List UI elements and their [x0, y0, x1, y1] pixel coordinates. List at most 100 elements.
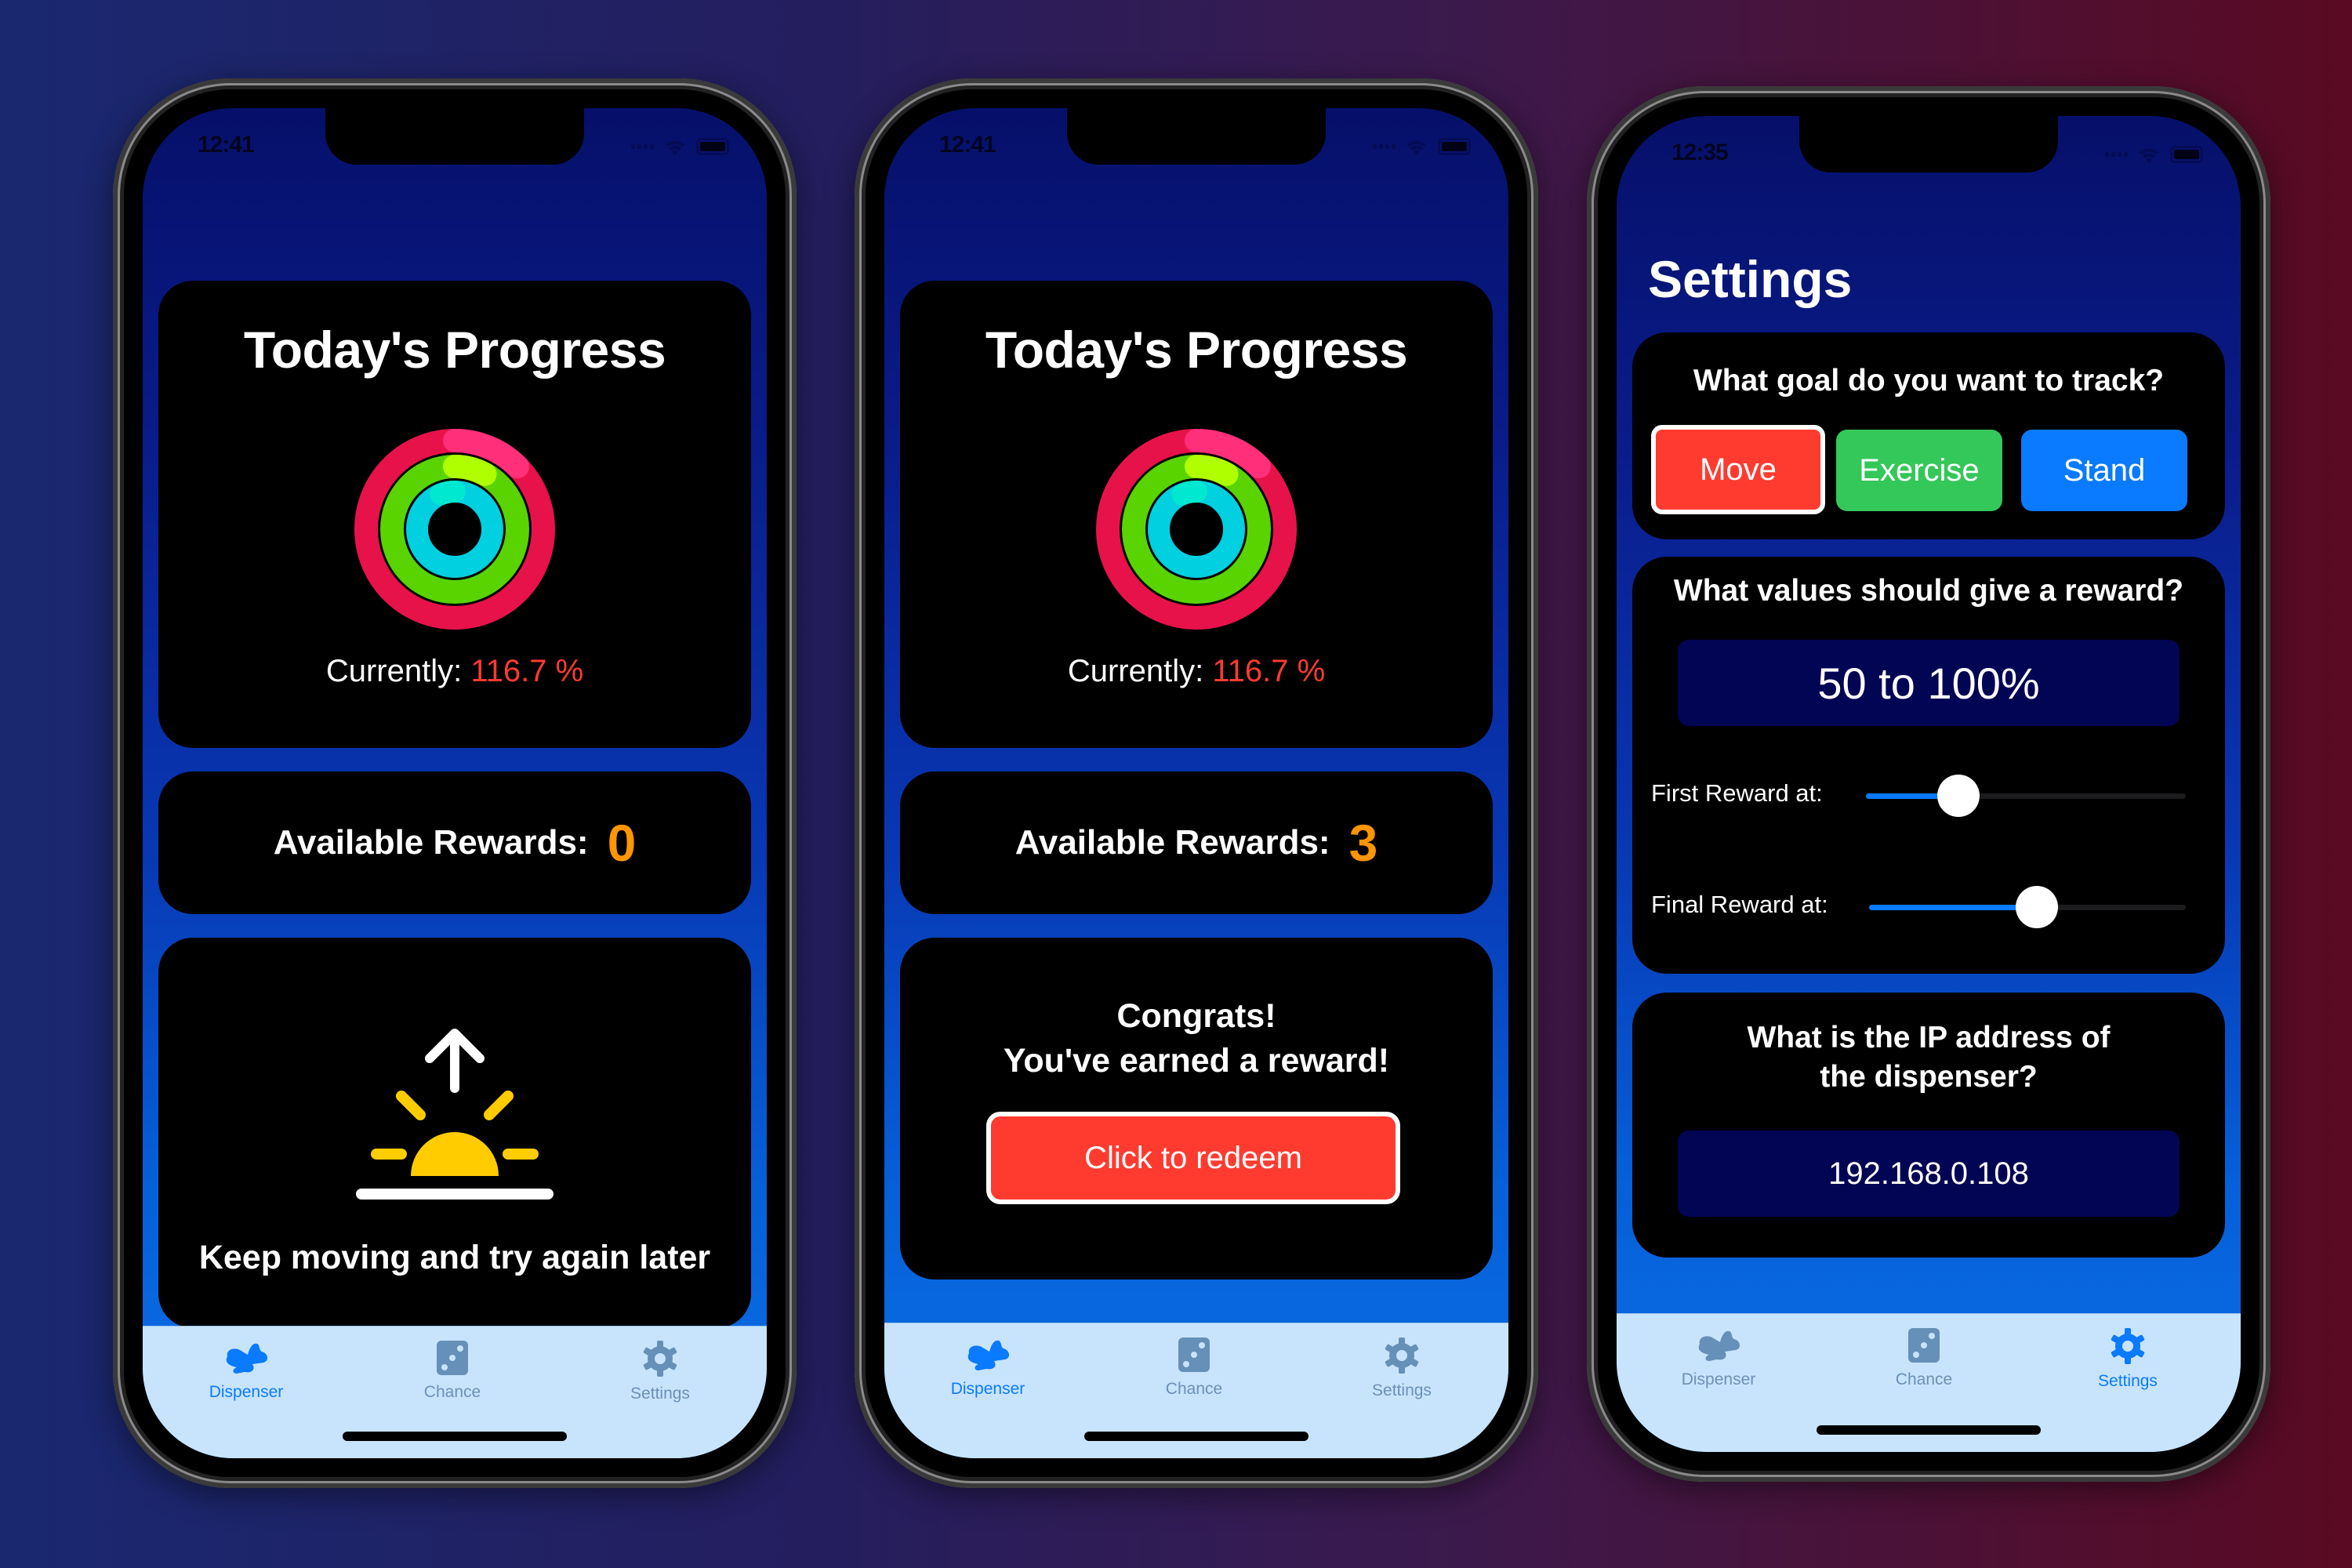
tab-label: Chance: [1165, 1380, 1223, 1398]
tab-label: Dispenser: [1681, 1370, 1756, 1388]
cellular-signal-icon: [1373, 144, 1396, 149]
phone-settings: 12:35 Settings What goal do you want to …: [1587, 86, 2270, 1482]
tab-label: Chance: [423, 1383, 481, 1401]
home-indicator[interactable]: [1084, 1432, 1308, 1441]
message-card: Keep moving and try again later: [158, 938, 751, 1328]
gear-icon: [1385, 1338, 1419, 1374]
stand-ring-overlap: [430, 481, 466, 506]
rewards-label: Available Rewards:: [1014, 823, 1330, 862]
ip-address-input[interactable]: 192.168.0.108: [1678, 1131, 2180, 1217]
slider-thumb[interactable]: [2016, 886, 2059, 928]
ip-question-line1: What is the IP address of: [1747, 1021, 2111, 1054]
progress-title: Today's Progress: [985, 321, 1408, 379]
page-title: Settings: [1648, 250, 1853, 308]
rewards-card: Available Rewards: 0: [158, 771, 751, 914]
status-icons: [631, 136, 729, 157]
slider-thumb[interactable]: [1937, 775, 1980, 817]
rabbit-icon: [967, 1340, 1010, 1370]
die-icon: [1178, 1338, 1210, 1372]
congrats-line2: You've earned a reward!: [1003, 1042, 1390, 1080]
stand-ring-overlap: [1171, 481, 1207, 506]
currently-label: Currently:: [1067, 654, 1204, 688]
wifi-icon: [665, 140, 685, 155]
notch: [325, 108, 584, 165]
tab-chance[interactable]: Chance: [382, 1339, 523, 1402]
currently-value: 116.7 %: [1212, 654, 1326, 688]
exercise-ring-overlap: [443, 455, 497, 486]
slider-fill: [1869, 905, 2038, 910]
reward-range-display: 50 to 100%: [1678, 640, 2180, 726]
reward-values-question: What values should give a reward?: [1673, 574, 2184, 608]
goal-exercise-button[interactable]: Exercise: [1836, 430, 2002, 511]
message-text: Keep moving and try again later: [198, 1239, 711, 1276]
exercise-ring-overlap: [1185, 455, 1239, 486]
home-indicator[interactable]: [1817, 1425, 2041, 1435]
tab-settings[interactable]: Settings: [590, 1339, 731, 1403]
notch: [1799, 116, 2058, 172]
goal-card: What goal do you want to track? Move Exe…: [1632, 332, 2225, 539]
battery-icon: [2170, 146, 2203, 163]
rewards-value: 3: [1348, 814, 1378, 872]
goal-stand-button[interactable]: Stand: [2021, 430, 2187, 511]
currently-label: Currently:: [325, 654, 463, 688]
notch: [1067, 108, 1326, 165]
rabbit-icon: [226, 1343, 268, 1374]
tab-settings[interactable]: Settings: [2057, 1327, 2198, 1391]
gear-icon: [643, 1341, 677, 1377]
die-icon: [437, 1341, 468, 1375]
goal-question: What goal do you want to track?: [1693, 364, 2165, 397]
status-time: 12:41: [198, 132, 255, 158]
die-icon: [1908, 1328, 1940, 1363]
battery-icon: [696, 138, 729, 155]
tab-label: Settings: [1372, 1381, 1432, 1399]
rabbit-icon: [1698, 1330, 1740, 1361]
tab-settings[interactable]: Settings: [1331, 1336, 1472, 1400]
redeem-button[interactable]: Click to redeem: [986, 1112, 1400, 1204]
rewards-card: Available Rewards: 3: [900, 771, 1493, 914]
currently-text: Currently: 116.7 %: [158, 654, 751, 689]
progress-card: Today's Progress Currently: 116.7 %: [158, 281, 751, 748]
tab-dispenser[interactable]: Dispenser: [917, 1336, 1058, 1399]
reward-values-card: What values should give a reward? 50 to …: [1632, 557, 2225, 974]
tab-chance[interactable]: Chance: [1853, 1327, 1994, 1389]
currently-text: Currently: 116.7 %: [900, 654, 1493, 689]
tab-dispenser[interactable]: Dispenser: [1648, 1327, 1789, 1389]
tab-label: Settings: [630, 1385, 690, 1403]
congrats-card: Congrats! You've earned a reward! Click …: [900, 938, 1493, 1279]
currently-value: 116.7 %: [470, 654, 584, 688]
screen: 12:41 Today's Progress Currently: 116.7 …: [884, 108, 1508, 1458]
wifi-icon: [2139, 148, 2159, 163]
screen: 12:41 Today's Progress Currently: 116.7 …: [143, 108, 767, 1458]
tab-label: Dispenser: [950, 1380, 1025, 1398]
tab-bar: Dispenser Chance Settings: [884, 1323, 1508, 1458]
activity-rings-icon: [1096, 429, 1297, 630]
tab-bar: Dispenser Chance Settings: [1617, 1313, 2241, 1452]
rewards-value: 0: [607, 814, 637, 872]
tab-label: Dispenser: [209, 1383, 284, 1401]
activity-rings-icon: [354, 429, 555, 630]
status-icons: [1373, 136, 1471, 157]
sunrise-icon: [356, 1029, 554, 1200]
rewards-label: Available Rewards:: [273, 823, 589, 862]
tab-label: Settings: [2098, 1372, 2158, 1390]
status-icons: [2105, 144, 2203, 165]
final-reward-slider[interactable]: [1869, 886, 2186, 928]
first-reward-slider[interactable]: [1866, 775, 2186, 817]
home-indicator[interactable]: [343, 1432, 567, 1441]
ip-question-line2: the dispenser?: [1820, 1060, 2038, 1094]
progress-title: Today's Progress: [243, 321, 666, 379]
cellular-signal-icon: [2105, 152, 2128, 157]
goal-move-button[interactable]: Move: [1651, 425, 1825, 514]
ip-card: What is the IP address of the dispenser?…: [1632, 993, 2225, 1258]
stand-ring: [1148, 481, 1245, 578]
congrats-line1: Congrats!: [1116, 997, 1276, 1035]
final-reward-label: Final Reward at:: [1651, 891, 1828, 918]
tab-dispenser[interactable]: Dispenser: [176, 1339, 317, 1402]
tab-chance[interactable]: Chance: [1123, 1336, 1265, 1399]
first-reward-label: First Reward at:: [1651, 779, 1823, 807]
wifi-icon: [1406, 140, 1427, 155]
status-time: 12:41: [939, 132, 996, 158]
battery-icon: [1438, 138, 1471, 155]
status-time: 12:35: [1671, 140, 1729, 165]
tab-label: Chance: [1895, 1370, 1953, 1388]
